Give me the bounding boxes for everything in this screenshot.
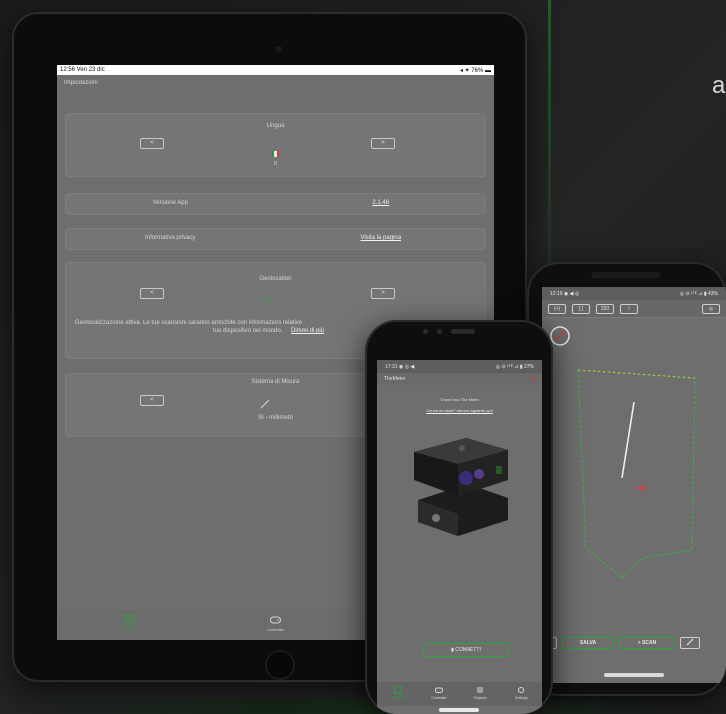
- version-card: Versione App 2.1.46: [65, 193, 486, 215]
- tablet-home-button[interactable]: [265, 650, 295, 680]
- status-bar: 12:19 ◉ ◀ ◎ ◎ ⊙ ᴸᵀᴱ ⊿ ▮ 43%: [542, 287, 726, 300]
- find-device-text: Trova il tuo The Meter: [440, 397, 479, 402]
- gamepad-icon: [270, 616, 281, 624]
- privacy-label: Informativa privacy: [145, 235, 196, 241]
- tab-themeter[interactable]: TheMeter: [57, 610, 203, 640]
- scan-canvas[interactable]: [542, 318, 726, 630]
- compass-needle: [555, 330, 565, 341]
- status-bar: 17:31 ◉ ◎ ◀ ◎ ⊙ ᴸᵀᴱ ⊿ ▮ 27%: [377, 360, 542, 373]
- scan-phone-device: 12:19 ◉ ◀ ◎ ◎ ⊙ ᴸᵀᴱ ⊿ ▮ 43% (+) [ ] 320 …: [527, 262, 726, 696]
- connect-screen: 17:31 ◉ ◎ ◀ ◎ ⊙ ᴸᵀᴱ ⊿ ▮ 27% TheMeter ✕ T…: [377, 360, 542, 714]
- gear-icon: [518, 687, 525, 693]
- meter-icon: [393, 686, 402, 694]
- geolocation-description-2: tuo dispositivo nel mondo.: [213, 328, 283, 334]
- connect-phone-device: 17:31 ◉ ◎ ◀ ◎ ⊙ ᴸᵀᴱ ⊿ ▮ 27% TheMeter ✕ T…: [365, 320, 553, 714]
- corner-text: a: [712, 72, 726, 99]
- scan-outline: [577, 369, 696, 579]
- close-icon[interactable]: ✕: [530, 375, 536, 383]
- language-value: it: [274, 161, 277, 167]
- page-title: Impostazioni: [64, 80, 98, 86]
- phone-camera: [437, 329, 442, 334]
- device-image: [414, 438, 508, 536]
- language-title: Lingua: [266, 123, 285, 129]
- geolocation-description: Geolocalizzazione attiva. Le tue scansio…: [75, 320, 303, 326]
- gesture-bar: [439, 708, 479, 712]
- phone-speaker: [451, 329, 475, 334]
- scan-toolbar: (+) [ ] 320 / ◎: [542, 300, 726, 318]
- tab-settings[interactable]: Settings: [501, 682, 542, 706]
- value-button[interactable]: 320: [596, 303, 614, 314]
- scan-measure-line: [621, 401, 635, 479]
- tab-controller[interactable]: Controller: [203, 610, 349, 640]
- phone-camera: [423, 329, 428, 334]
- scan-button[interactable]: + SCAN: [619, 637, 675, 649]
- target-button[interactable]: ◎: [702, 303, 720, 314]
- connect-button[interactable]: ▮ CONNETTI: [423, 643, 509, 657]
- draw-button[interactable]: /: [620, 303, 638, 314]
- status-bar: 12:56 Ven 23 dic ◂ ✦ 76% ▬: [57, 65, 494, 75]
- tablet-camera: [276, 46, 282, 52]
- tools-button[interactable]: [680, 637, 700, 649]
- tab-controller[interactable]: Controller: [418, 682, 459, 706]
- gesture-bar: [604, 673, 664, 677]
- list-icon: [477, 687, 484, 693]
- geolocation-prev-button[interactable]: <: [140, 288, 164, 299]
- geolocation-next-button[interactable]: >: [371, 288, 395, 299]
- save-button[interactable]: SALVA: [562, 637, 614, 649]
- decorative-glow-bottom: [0, 700, 726, 714]
- version-label: Versione App: [152, 200, 188, 206]
- gamepad-icon: [434, 687, 443, 693]
- status-time: 12:56 Ven 23 dic: [60, 67, 105, 73]
- geolocation-title: Geolocation: [259, 276, 292, 282]
- phone-tab-bar: TheMeter Controller Projects Settings: [377, 682, 542, 706]
- help-link[interactable]: Cerchi un aiuto? dai uno sguardo qui!: [377, 408, 542, 413]
- italy-flag-icon: [272, 151, 279, 157]
- app-title: TheMeter: [384, 376, 406, 382]
- geolocation-more-link[interactable]: Dimmi di più: [291, 328, 324, 334]
- version-value: 2.1.46: [372, 200, 390, 206]
- ruler-icon: [260, 399, 270, 409]
- fit-button[interactable]: [ ]: [572, 303, 590, 314]
- scan-action-bar: SALVA + SCAN: [542, 632, 726, 654]
- language-next-button[interactable]: >: [371, 138, 395, 149]
- scan-screen: 12:19 ◉ ◀ ◎ ◎ ⊙ ᴸᵀᴱ ⊿ ▮ 43% (+) [ ] 320 …: [542, 287, 726, 683]
- check-icon: [264, 297, 272, 303]
- stage: a 12:56 Ven 23 dic ◂ ✦ 76% ▬ Impostazion…: [0, 0, 726, 714]
- measurement-prev-button[interactable]: <: [140, 395, 164, 406]
- zoom-button[interactable]: (+): [548, 303, 566, 314]
- scan-crosshair: [637, 483, 647, 493]
- app-bar: TheMeter ✕: [377, 373, 542, 385]
- meter-icon: [124, 614, 135, 625]
- language-card: Lingua < > it: [65, 113, 486, 177]
- language-prev-button[interactable]: <: [140, 138, 164, 149]
- tab-projects[interactable]: Projects: [460, 682, 501, 706]
- status-icons: ◂ ✦ 76% ▬: [459, 67, 491, 74]
- phone-speaker: [591, 272, 661, 278]
- wrench-icon: [686, 638, 694, 646]
- privacy-card: Informativa privacy Visita la pagina: [65, 228, 486, 250]
- privacy-link[interactable]: Visita la pagina: [276, 235, 487, 241]
- tab-themeter[interactable]: TheMeter: [377, 682, 418, 706]
